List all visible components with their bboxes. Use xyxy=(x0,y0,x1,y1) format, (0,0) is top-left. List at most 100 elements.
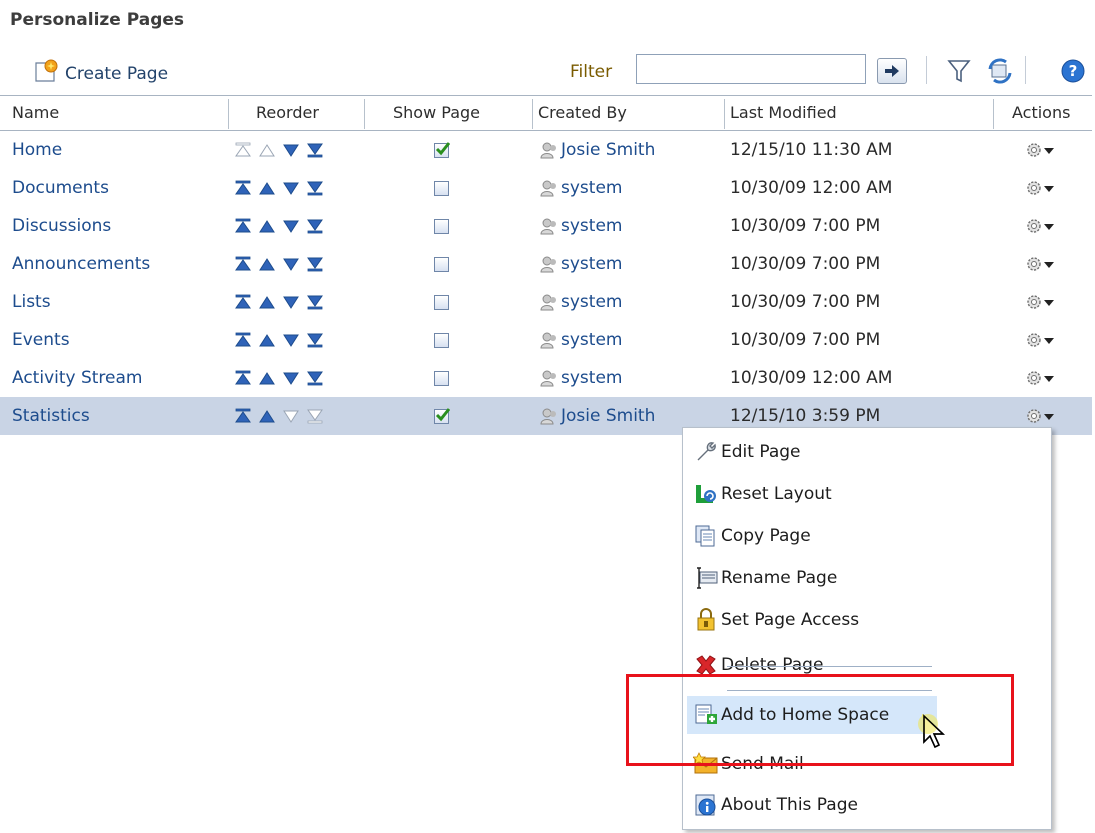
move-top-icon[interactable] xyxy=(234,294,252,310)
created-by-link[interactable]: system xyxy=(540,245,622,283)
created-by-link[interactable]: system xyxy=(540,359,622,397)
toolbar-divider xyxy=(926,56,927,84)
actions-menu-button[interactable] xyxy=(1025,207,1055,245)
move-down-icon[interactable] xyxy=(282,370,300,386)
column-header-last-modified[interactable]: Last Modified xyxy=(730,96,837,130)
show-page-checkbox[interactable] xyxy=(434,218,449,234)
table-row[interactable]: Activity Stream system 10/30/09 12:00 AM xyxy=(0,359,1092,397)
move-up-icon[interactable] xyxy=(258,332,276,348)
show-page-checkbox[interactable] xyxy=(434,370,449,386)
show-page-checkbox[interactable] xyxy=(434,141,450,158)
page-name-link[interactable]: Lists xyxy=(12,283,51,321)
created-by-name: system xyxy=(561,368,623,388)
created-by-link[interactable]: Josie Smith xyxy=(540,131,655,169)
page-name-link[interactable]: Activity Stream xyxy=(12,359,143,397)
move-top-icon[interactable] xyxy=(234,218,252,234)
menu-item-reset-layout[interactable]: Reset Layout xyxy=(687,475,1047,513)
created-by-link[interactable]: system xyxy=(540,321,622,359)
actions-menu-button[interactable] xyxy=(1025,283,1055,321)
help-button[interactable]: ? xyxy=(1058,56,1088,86)
move-up-icon[interactable] xyxy=(258,370,276,386)
move-bottom-icon[interactable] xyxy=(306,142,324,158)
table-row[interactable]: Discussions system 10/30/09 7:00 PM xyxy=(0,207,1092,245)
move-bottom-icon[interactable] xyxy=(306,294,324,310)
create-page-button[interactable]: Create Page xyxy=(33,58,168,89)
move-top-icon[interactable] xyxy=(234,180,252,196)
table-row[interactable]: Events system 10/30/09 7:00 PM xyxy=(0,321,1092,359)
move-down-icon[interactable] xyxy=(282,294,300,310)
user-icon xyxy=(540,370,556,387)
move-bottom-icon[interactable] xyxy=(306,256,324,272)
move-down-icon[interactable] xyxy=(282,256,300,272)
menu-item-rename-page[interactable]: Rename Page xyxy=(687,559,1047,597)
show-page-checkbox[interactable] xyxy=(434,256,449,272)
move-up-icon[interactable] xyxy=(258,218,276,234)
table-row[interactable]: Home Josie Smith 12/15/10 11:30 AM xyxy=(0,131,1092,169)
move-down-icon[interactable] xyxy=(282,218,300,234)
menu-item-copy-page[interactable]: Copy Page xyxy=(687,517,1047,555)
column-header-name[interactable]: Name xyxy=(12,96,59,130)
menu-item-label: Delete Page xyxy=(721,655,824,675)
table-row[interactable]: Documents system 10/30/09 12:00 AM xyxy=(0,169,1092,207)
user-icon xyxy=(540,180,556,197)
chevron-down-icon xyxy=(1044,338,1054,344)
actions-menu-button[interactable] xyxy=(1025,169,1055,207)
page-name-link[interactable]: Home xyxy=(12,131,62,169)
column-header-actions[interactable]: Actions xyxy=(1012,96,1070,130)
move-bottom-icon[interactable] xyxy=(306,180,324,196)
actions-menu-button[interactable] xyxy=(1025,131,1055,169)
show-page-checkbox[interactable] xyxy=(434,294,449,310)
actions-menu-button[interactable] xyxy=(1025,321,1055,359)
menu-item-about-this-page[interactable]: About This Page xyxy=(687,786,1047,824)
move-top-icon[interactable] xyxy=(234,408,252,424)
created-by-link[interactable]: system xyxy=(540,283,622,321)
wrench-icon xyxy=(697,442,716,461)
created-by-link[interactable]: system xyxy=(540,207,622,245)
actions-menu-button[interactable] xyxy=(1025,245,1055,283)
show-page-checkbox[interactable] xyxy=(434,332,449,348)
column-header-show-page[interactable]: Show Page xyxy=(393,96,480,130)
user-icon xyxy=(540,408,556,425)
menu-item-set-page-access[interactable]: Set Page Access xyxy=(687,601,1047,639)
created-by-link[interactable]: system xyxy=(540,169,622,207)
page-name-link[interactable]: Events xyxy=(12,321,70,359)
annotation-highlight-box xyxy=(626,674,1014,766)
page-name-link[interactable]: Discussions xyxy=(12,207,111,245)
show-page-checkbox[interactable] xyxy=(434,180,449,196)
page-name-link[interactable]: Statistics xyxy=(12,397,90,435)
actions-menu-button[interactable] xyxy=(1025,359,1055,397)
move-down-icon[interactable] xyxy=(282,142,300,158)
move-bottom-icon[interactable] xyxy=(306,332,324,348)
move-down-icon[interactable] xyxy=(282,332,300,348)
menu-item-label: Reset Layout xyxy=(721,484,832,504)
refresh-button[interactable] xyxy=(985,56,1015,86)
menu-item-label: Set Page Access xyxy=(721,610,860,630)
show-page-cell xyxy=(434,169,449,207)
move-down-icon[interactable] xyxy=(282,180,300,196)
move-up-icon[interactable] xyxy=(258,408,276,424)
create-page-icon xyxy=(33,58,59,89)
move-top-icon[interactable] xyxy=(234,370,252,386)
table-row[interactable]: Lists system 10/30/09 7:00 PM xyxy=(0,283,1092,321)
page-name-link[interactable]: Documents xyxy=(12,169,109,207)
move-up-icon[interactable] xyxy=(258,180,276,196)
column-divider xyxy=(724,99,725,129)
table-row[interactable]: Announcements system 10/30/09 7:00 PM xyxy=(0,245,1092,283)
menu-item-edit-page[interactable]: Edit Page xyxy=(687,433,1047,471)
created-by-link[interactable]: Josie Smith xyxy=(540,397,655,435)
move-top-icon[interactable] xyxy=(234,332,252,348)
move-up-icon[interactable] xyxy=(258,294,276,310)
filter-go-button[interactable] xyxy=(877,58,907,84)
column-header-reorder[interactable]: Reorder xyxy=(256,96,319,130)
move-top-icon[interactable] xyxy=(234,256,252,272)
move-up-icon[interactable] xyxy=(258,256,276,272)
column-header-created-by[interactable]: Created By xyxy=(538,96,627,130)
page-name-link[interactable]: Announcements xyxy=(12,245,150,283)
show-page-checkbox[interactable] xyxy=(434,407,450,424)
filter-funnel-button[interactable] xyxy=(944,56,974,86)
move-bottom-icon[interactable] xyxy=(306,370,324,386)
created-by-name: system xyxy=(561,216,623,236)
gear-icon xyxy=(1027,219,1041,233)
move-bottom-icon[interactable] xyxy=(306,218,324,234)
filter-input[interactable] xyxy=(636,54,866,84)
